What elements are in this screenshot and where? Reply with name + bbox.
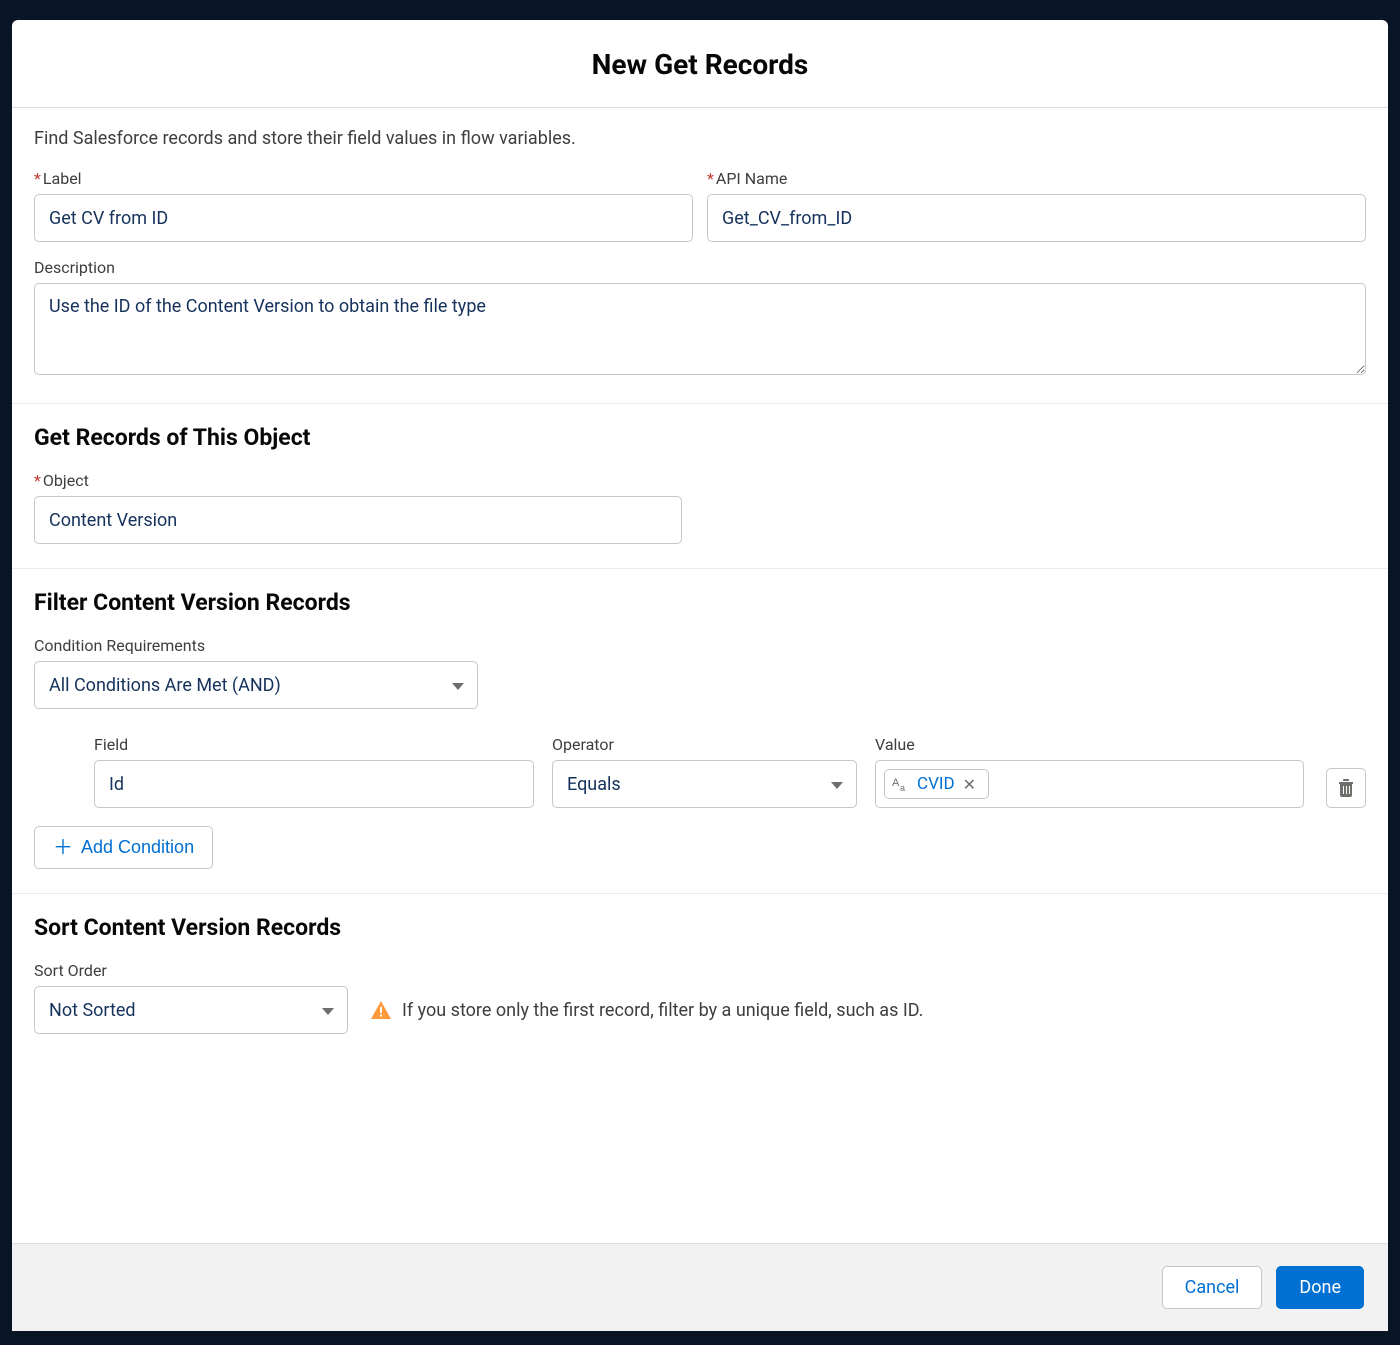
filter-value-group: Value Aa CVID ✕ <box>875 735 1304 808</box>
filter-field-input[interactable] <box>94 760 534 808</box>
cancel-button[interactable]: Cancel <box>1162 1266 1263 1309</box>
label-value: Value <box>875 735 1304 754</box>
group-api-name: *API Name <box>707 169 1366 242</box>
modal-title: New Get Records <box>32 48 1368 81</box>
sort-order-select[interactable] <box>34 986 348 1034</box>
value-chip-label: CVID <box>917 774 955 794</box>
section-filter: Filter Content Version Records Condition… <box>12 568 1388 893</box>
add-condition-label: Add Condition <box>81 837 194 858</box>
filter-operator-group: Operator <box>552 735 857 808</box>
filter-value-input[interactable]: Aa CVID ✕ <box>875 760 1304 808</box>
condition-req-select[interactable] <box>34 661 478 709</box>
label-input[interactable] <box>34 194 693 242</box>
label-api-name: *API Name <box>707 169 1366 188</box>
modal-intro: Find Salesforce records and store their … <box>34 128 1366 149</box>
label-label: *Label <box>34 169 693 188</box>
svg-text:A: A <box>892 777 900 789</box>
text-variable-icon: Aa <box>891 774 911 794</box>
value-chip: Aa CVID ✕ <box>884 769 989 799</box>
sort-order-value[interactable] <box>34 986 348 1034</box>
section-title-sort: Sort Content Version Records <box>34 914 1366 941</box>
value-chip-remove[interactable]: ✕ <box>961 775 978 794</box>
description-input[interactable]: Use the ID of the Content Version to obt… <box>34 283 1366 375</box>
filter-row-1: Field Operator Value A <box>34 735 1366 808</box>
api-name-input[interactable] <box>707 194 1366 242</box>
section-object: Get Records of This Object *Object <box>12 403 1388 568</box>
add-condition-button[interactable]: ＋ Add Condition <box>34 826 213 869</box>
modal-header: New Get Records <box>12 20 1388 107</box>
section-basic: Find Salesforce records and store their … <box>12 108 1388 403</box>
group-description: Description Use the ID of the Content Ve… <box>34 258 1366 379</box>
done-button[interactable]: Done <box>1276 1266 1364 1309</box>
delete-condition-button[interactable] <box>1326 768 1366 808</box>
svg-text:a: a <box>900 783 905 793</box>
modal-footer: Cancel Done <box>12 1243 1388 1331</box>
label-operator: Operator <box>552 735 857 754</box>
filter-operator-select[interactable] <box>552 760 857 808</box>
trash-icon <box>1338 779 1354 797</box>
object-combobox[interactable] <box>34 496 682 544</box>
condition-req-value[interactable] <box>34 661 478 709</box>
row-label-api: *Label *API Name <box>34 169 1366 242</box>
group-label: *Label <box>34 169 693 242</box>
object-combobox-wrap <box>34 496 682 544</box>
sort-warning: If you store only the first record, filt… <box>370 999 923 1021</box>
section-title-object: Get Records of This Object <box>34 424 1366 451</box>
warning-icon <box>370 999 392 1021</box>
modal-body: Find Salesforce records and store their … <box>12 108 1388 1243</box>
sort-warning-text: If you store only the first record, filt… <box>402 1000 923 1021</box>
label-object: *Object <box>34 471 1366 490</box>
section-sort: Sort Content Version Records Sort Order … <box>12 893 1388 1058</box>
section-title-filter: Filter Content Version Records <box>34 589 1366 616</box>
filter-value-wrap: Aa CVID ✕ <box>875 760 1304 808</box>
label-condition-req: Condition Requirements <box>34 636 1366 655</box>
label-sort-order: Sort Order <box>34 961 1366 980</box>
filter-operator-value[interactable] <box>552 760 857 808</box>
filter-field-group: Field <box>94 735 534 808</box>
sort-row: If you store only the first record, filt… <box>34 986 1366 1034</box>
label-description: Description <box>34 258 1366 277</box>
modal-new-get-records: New Get Records Find Salesforce records … <box>12 20 1388 1331</box>
plus-icon: ＋ <box>53 838 73 858</box>
label-field: Field <box>94 735 534 754</box>
